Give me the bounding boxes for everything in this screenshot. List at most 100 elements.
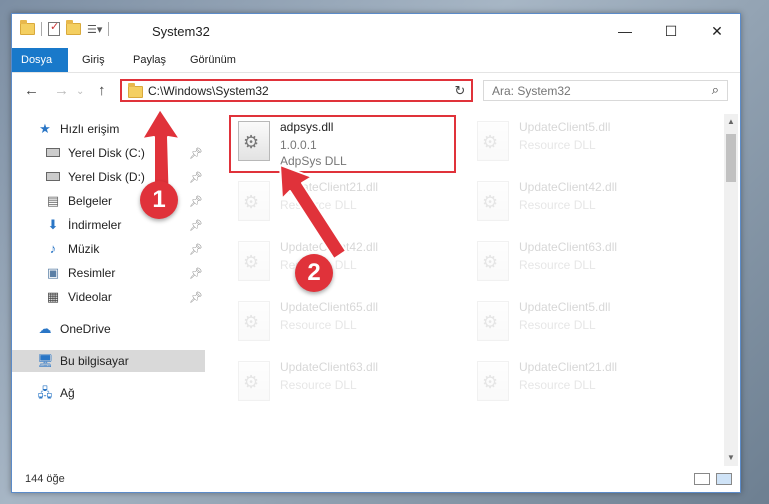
file-name: UpdateClient42.dll [519,180,618,194]
file-description: Resource DLL [519,258,596,272]
dll-file-icon [477,241,509,281]
annotation-arrow-2 [279,164,347,260]
sidebar-item-label: Müzik [68,242,100,256]
up-arrow-icon[interactable]: ↑ [98,82,106,99]
scroll-thumb[interactable] [726,134,736,182]
file-name: UpdateClient5.dll [519,120,611,134]
dll-file-icon [238,181,270,221]
file-description: Resource DLL [280,318,357,332]
folder-icon[interactable] [20,20,35,35]
sidebar-item-label: Videolar [68,290,112,304]
search-icon[interactable]: ⌕ [712,82,719,98]
file-item[interactable]: UpdateClient63.dll Resource DLL [234,357,459,413]
file-item[interactable]: UpdateClient63.dll Resource DLL [473,237,698,293]
sidebar-item-this-pc[interactable]: 🖥︎ Bu bilgisayar [12,350,205,372]
file-description: Resource DLL [519,138,596,152]
video-icon: ▦ [46,289,60,304]
drive-icon [45,170,61,184]
forward-arrow-icon[interactable]: → [54,82,69,99]
vertical-scrollbar[interactable]: ▲ ▼ [724,114,738,466]
sidebar-item-label: Belgeler [68,194,113,208]
toolbar-divider [108,22,110,36]
large-icons-view-icon[interactable] [716,473,732,485]
file-item[interactable]: UpdateClient5.dll Resource DLL [473,297,698,353]
sidebar-item-label: Bu bilgisayar [60,354,129,368]
file-name: UpdateClient63.dll [519,240,618,254]
window-title: System32 [152,24,210,39]
navigation-row: ← → ⌄ ↑ C:\Windows\System32 ⌄ ↻ ⌕ [12,76,740,106]
dll-file-icon [238,241,270,281]
file-name: UpdateClient65.dll [280,300,379,314]
dll-file-icon [238,301,270,341]
sidebar-item-pictures[interactable]: ▣ Resimler 📌︎ [12,262,205,284]
file-description: Resource DLL [519,318,596,332]
pin-icon[interactable]: 📌︎ [189,243,203,256]
network-icon: 🖧︎ [37,385,53,400]
download-icon: ⬇ [47,217,59,232]
file-name: UpdateClient63.dll [280,360,379,374]
dll-file-icon [477,361,509,401]
music-icon: ♪ [49,241,57,256]
tab-view[interactable]: Görünüm [180,48,246,72]
properties-icon[interactable] [48,20,60,36]
sidebar-item-videos[interactable]: ▦ Videolar 📌︎ [12,286,205,308]
sidebar-item-label: Hızlı erişim [60,122,120,136]
file-name: UpdateClient5.dll [519,300,611,314]
pin-icon[interactable]: 📌︎ [189,291,203,304]
file-description: Resource DLL [280,378,357,392]
pin-icon[interactable]: 📌︎ [189,219,203,232]
folder-icon [128,83,143,98]
drive-icon [45,146,61,160]
file-item[interactable]: UpdateClient21.dll Resource DLL [473,357,698,413]
documents-icon: ▤ [46,193,60,208]
tab-share[interactable]: Paylaş [123,48,176,72]
scroll-up-icon[interactable]: ▲ [724,114,738,130]
new-folder-icon[interactable] [66,20,81,35]
title-bar: ☰▾ System32 — ☐ ✕ [12,14,740,48]
quick-access-toolbar: ☰▾ [20,20,110,36]
cloud-icon: ☁ [38,321,52,336]
file-name: UpdateClient21.dll [519,360,618,374]
sidebar-item-network[interactable]: 🖧︎ Ağ [12,382,205,404]
star-icon: ★ [39,121,51,136]
sidebar-item-label: Resimler [68,266,116,280]
toolbar-divider [41,22,42,36]
file-item[interactable]: UpdateClient5.dll Resource DLL [473,117,698,173]
file-item[interactable]: UpdateClient65.dll Resource DLL [234,297,459,353]
sidebar-item-label: OneDrive [60,322,111,336]
sidebar-item-music[interactable]: ♪ Müzik 📌︎ [12,238,205,260]
search-box[interactable]: ⌕ [483,80,728,101]
sidebar-item-label: Ağ [60,386,75,400]
customize-toolbar-icon[interactable]: ☰▾ [87,23,102,36]
file-explorer-window: ☰▾ System32 — ☐ ✕ Dosya Giriş Paylaş Gör… [11,13,741,493]
tab-file[interactable]: Dosya [12,48,68,72]
dll-file-icon [238,361,270,401]
ribbon-tabs: Dosya Giriş Paylaş Görünüm [12,48,740,73]
step-badge-2: 2 [295,254,333,292]
details-view-icon[interactable] [694,473,710,485]
file-description: Resource DLL [519,378,596,392]
close-button[interactable]: ✕ [694,14,740,48]
file-item[interactable]: UpdateClient42.dll Resource DLL [473,177,698,233]
scroll-down-icon[interactable]: ▼ [724,450,738,466]
address-path[interactable]: C:\Windows\System32 [148,84,269,98]
back-arrow-icon[interactable]: ← [24,82,39,99]
status-bar: 144 öğe [12,468,740,492]
search-input[interactable] [492,83,692,98]
pin-icon[interactable]: 📌︎ [189,267,203,280]
dll-file-icon [477,301,509,341]
recent-locations-icon[interactable]: ⌄ [76,86,84,97]
file-description: Resource DLL [519,198,596,212]
dll-file-icon [477,181,509,221]
dll-file-icon [477,121,509,161]
tab-home[interactable]: Giriş [72,48,115,72]
refresh-button[interactable]: ↻ [449,79,473,102]
maximize-button[interactable]: ☐ [648,14,694,48]
minimize-button[interactable]: — [602,14,648,48]
sidebar-item-label: İndirmeler [68,218,122,232]
pictures-icon: ▣ [46,265,60,280]
sidebar-item-onedrive[interactable]: ☁ OneDrive [12,318,205,340]
item-count: 144 öğe [25,473,65,485]
computer-icon: 🖥︎ [37,353,54,368]
step-badge-1: 1 [140,181,178,219]
